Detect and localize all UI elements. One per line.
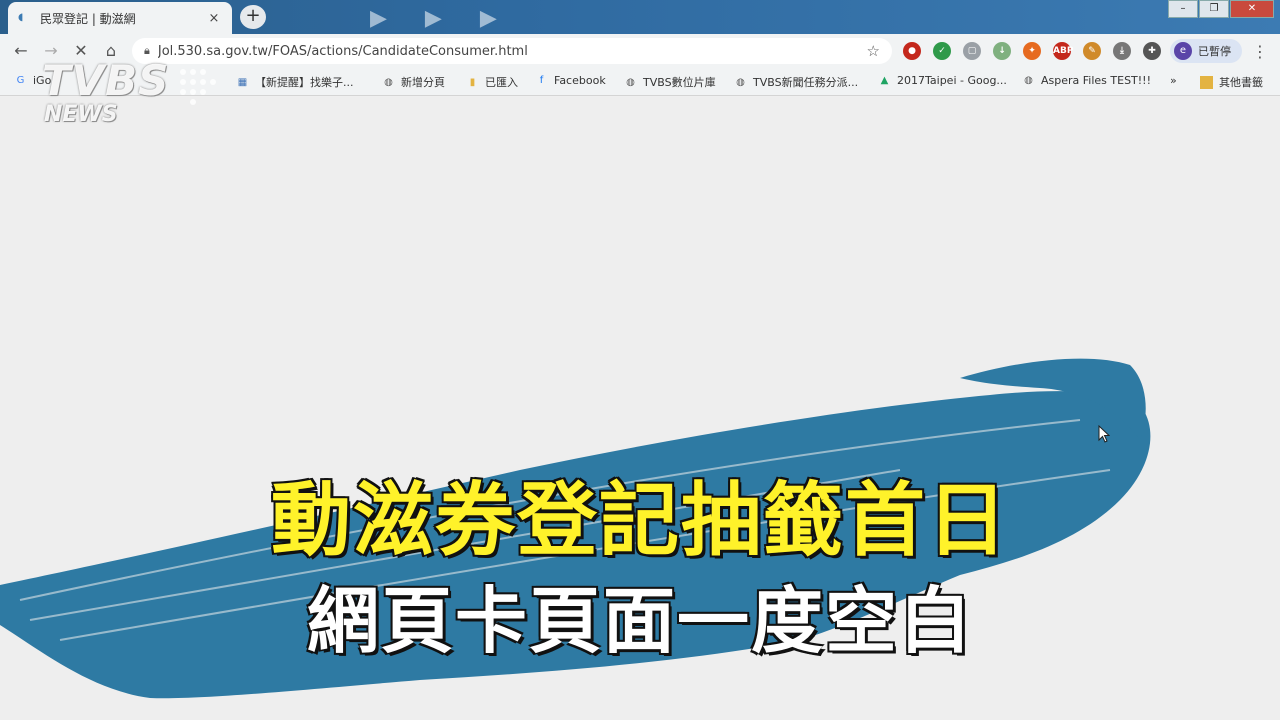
- headline-line1: 動滋券登記抽籤首日: [270, 473, 1009, 569]
- mouse-cursor-icon: [1098, 425, 1110, 443]
- headline-line2: 網頁卡頁面一度空白: [306, 579, 973, 663]
